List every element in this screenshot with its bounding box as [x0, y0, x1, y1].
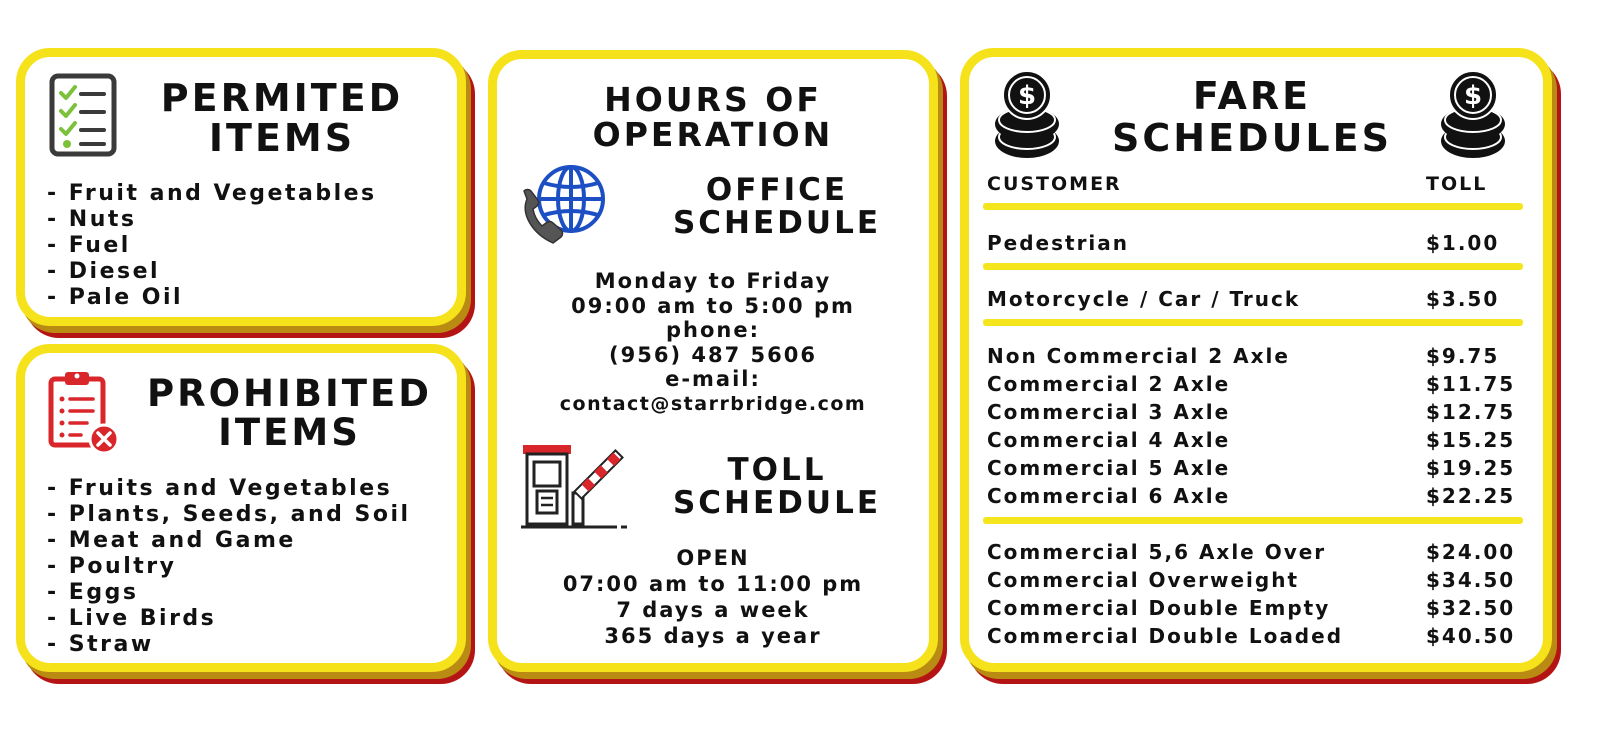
toll-column-header: TOLL	[1426, 173, 1488, 195]
toll-days-week: 7 days a week	[616, 598, 810, 622]
prohibited-items-title: PROHIBITED ITEMS	[147, 372, 432, 454]
permitted-items-title: PERMITED ITEMS	[160, 76, 404, 160]
fare-customer: Commercial 5,6 Axle Over	[987, 540, 1327, 564]
fare-customer: Commercial Double Empty	[987, 596, 1331, 620]
prohibited-items-list: - Fruits and Vegetables - Plants, Seeds,…	[47, 476, 411, 658]
fare-toll: $12.75	[1426, 400, 1516, 424]
list-item: - Diesel	[47, 259, 161, 284]
checklist-icon	[49, 73, 117, 157]
svg-text:$: $	[1464, 81, 1482, 111]
phone-globe-icon	[523, 165, 605, 244]
fare-customer: Commercial 2 Axle	[987, 372, 1231, 396]
email-label: e-mail:	[665, 367, 761, 391]
list-item: - Pale Oil	[47, 285, 184, 310]
fare-customer: Motorcycle / Car / Truck	[987, 287, 1301, 311]
coin-stack-icon: $	[1441, 70, 1505, 158]
fare-toll: $24.00	[1426, 540, 1516, 564]
divider	[983, 517, 1523, 524]
fare-toll: $11.75	[1426, 372, 1516, 396]
permitted-items-card: PERMITED ITEMS - Fruit and Vegetables - …	[16, 48, 466, 326]
list-item: - Meat and Game	[47, 528, 296, 553]
toll-open: OPEN	[676, 546, 750, 570]
fare-schedules-title: FARE SCHEDULES	[1112, 74, 1392, 160]
fare-customer: Commercial 4 Axle	[987, 428, 1231, 452]
office-schedule-title: OFFICE SCHEDULE	[672, 172, 882, 241]
fare-customer: Pedestrian	[987, 231, 1130, 255]
fare-toll: $22.25	[1426, 484, 1516, 508]
list-item: - Poultry	[47, 554, 177, 579]
fare-customer: Commercial 5 Axle	[987, 456, 1231, 480]
fare-toll: $19.25	[1426, 456, 1516, 480]
prohibited-items-card: PROHIBITED ITEMS - Fruits and Vegetables…	[16, 344, 466, 672]
toll-days-year: 365 days a year	[604, 624, 822, 648]
hours-of-operation-title: HOURS OF OPERATION	[592, 80, 834, 154]
toll-schedule-details: OPEN 07:00 am to 11:00 pm 7 days a week …	[497, 545, 929, 649]
office-hours: 09:00 am to 5:00 pm	[571, 293, 855, 318]
prohibited-clipboard-icon	[48, 372, 119, 455]
fare-customer: Commercial Double Loaded	[987, 624, 1344, 648]
divider	[983, 319, 1523, 326]
list-item: - Straw	[47, 632, 154, 657]
fare-customer: Commercial Overweight	[987, 568, 1300, 592]
list-item: - Fruit and Vegetables	[47, 181, 377, 206]
fare-toll: $9.75	[1426, 344, 1500, 368]
office-schedule-details: Monday to Friday 09:00 am to 5:00 pm pho…	[497, 269, 929, 416]
customer-column-header: CUSTOMER	[987, 173, 1122, 195]
fare-toll: $40.50	[1426, 624, 1516, 648]
fare-toll: $3.50	[1426, 287, 1500, 311]
fare-toll: $32.50	[1426, 596, 1516, 620]
permitted-items-list: - Fruit and Vegetables - Nuts - Fuel - D…	[47, 181, 377, 311]
toll-hours: 07:00 am to 11:00 pm	[562, 572, 864, 596]
fare-customer: Commercial 3 Axle	[987, 400, 1231, 424]
list-item: - Nuts	[47, 207, 137, 232]
fare-toll: $34.50	[1426, 568, 1516, 592]
fare-schedules-card: $ $ FARE SCHEDULES CUSTOMER TOLL Pedestr…	[960, 48, 1552, 672]
office-days: Monday to Friday	[594, 269, 832, 293]
fare-toll: $15.25	[1426, 428, 1516, 452]
toll-schedule-title: TOLL SCHEDULE	[672, 452, 882, 521]
toll-booth-icon	[521, 445, 627, 529]
list-item: - Eggs	[47, 580, 139, 605]
list-item: - Plants, Seeds, and Soil	[47, 502, 411, 527]
phone-number: (956) 487 5606	[609, 342, 817, 367]
coin-stack-icon: $	[995, 70, 1059, 158]
email-address: contact@starrbridge.com	[559, 392, 867, 415]
fare-customer: Commercial 6 Axle	[987, 484, 1231, 508]
fare-customer: Non Commercial 2 Axle	[987, 344, 1290, 368]
list-item: - Fruits and Vegetables	[47, 476, 393, 501]
list-item: - Live Birds	[47, 606, 217, 631]
svg-text:$: $	[1018, 81, 1036, 111]
fare-toll: $1.00	[1426, 231, 1500, 255]
divider	[983, 203, 1523, 210]
hours-of-operation-card: HOURS OF OPERATION OFFICE SCHEDULE Monda…	[488, 50, 938, 672]
list-item: - Fuel	[47, 233, 131, 258]
divider	[983, 263, 1523, 270]
phone-label: phone:	[665, 318, 760, 342]
